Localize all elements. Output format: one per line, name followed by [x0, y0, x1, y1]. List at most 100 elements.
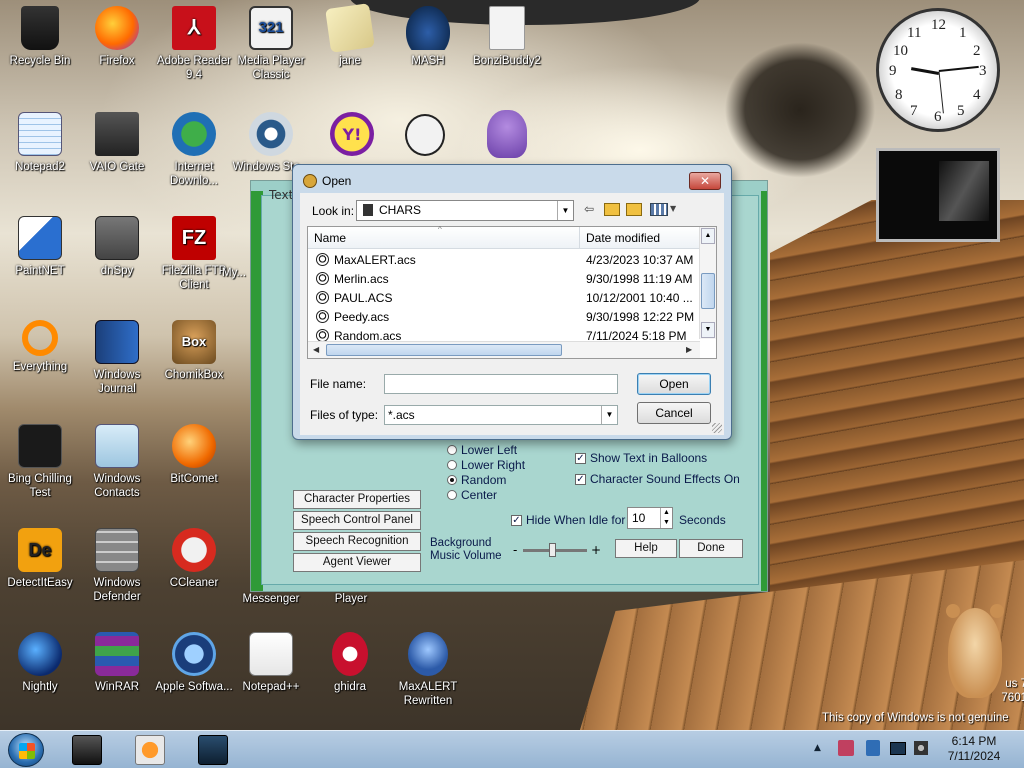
- desktop-icon-adobe-reader[interactable]: ⅄ Adobe Reader 9.4: [155, 6, 233, 82]
- bonzi-purple-icon[interactable]: [487, 110, 527, 158]
- desktop-icon-detectiteasy[interactable]: De DetectItEasy: [1, 528, 79, 590]
- resize-grip-icon[interactable]: [712, 423, 722, 433]
- vertical-scrollbar[interactable]: ▲ ▼: [699, 227, 716, 339]
- maxalert-icon: [408, 632, 448, 676]
- desktop-icon-apple-software[interactable]: Apple Softwa...: [155, 632, 233, 694]
- character-properties-button[interactable]: Character Properties: [293, 490, 421, 509]
- scrollbar-thumb[interactable]: [701, 273, 715, 309]
- desktop-icon-windows-contacts[interactable]: Windows Contacts: [78, 424, 156, 500]
- desktop-icon-firefox[interactable]: Firefox: [78, 6, 156, 68]
- desktop-icon-windows-journal[interactable]: Windows Journal: [78, 320, 156, 396]
- desktop-icon-recycle-bin[interactable]: Recycle Bin: [1, 6, 79, 68]
- desktop-icon-label: Adobe Reader 9.4: [156, 55, 232, 81]
- network-icon[interactable]: [890, 742, 906, 755]
- desktop-icon-label: PaintNET: [15, 265, 65, 277]
- tray-flag-icon[interactable]: [866, 740, 880, 756]
- file-date: 4/23/2023 10:37 AM: [586, 253, 694, 267]
- show-hidden-icons[interactable]: ▲: [814, 743, 821, 753]
- position-lower-right[interactable]: Lower Right: [447, 458, 525, 472]
- scroll-right-icon[interactable]: ▶: [686, 345, 692, 354]
- spinner-icon[interactable]: ▲ ▼: [660, 508, 672, 528]
- taskbar-clock[interactable]: 6:14 PM 7/11/2024: [938, 734, 1010, 764]
- scroll-down-icon[interactable]: ▼: [701, 322, 715, 338]
- desktop-icon-paintnet[interactable]: PaintNET: [1, 216, 79, 278]
- file-row[interactable]: Peedy.acs 9/30/1998 12:22 PM: [308, 307, 700, 326]
- desktop-icon-player[interactable]: Player: [312, 592, 390, 606]
- gadget-image: [939, 161, 989, 221]
- idle-seconds-input[interactable]: 10 ▲ ▼: [627, 507, 673, 529]
- back-arrow-icon[interactable]: ⇦: [584, 202, 594, 218]
- desktop-icon-media-player-classic[interactable]: 321 Media Player Classic: [232, 6, 310, 82]
- desktop-icon-ghidra[interactable]: ghidra: [311, 632, 389, 694]
- desktop-icon-ccleaner[interactable]: CCleaner: [155, 528, 233, 590]
- start-button[interactable]: [8, 733, 44, 767]
- files-of-type-dropdown[interactable]: *.acs ▼: [384, 405, 618, 425]
- desktop-icon-winrar[interactable]: WinRAR: [78, 632, 156, 694]
- volume-slider-thumb[interactable]: [548, 543, 556, 557]
- tab-text[interactable]: Text: [269, 188, 293, 202]
- desktop-icon-internet-download[interactable]: Internet Downlo...: [155, 112, 233, 188]
- file-list[interactable]: Name ^ Date modified MaxALERT.acs 4/23/2…: [307, 225, 717, 359]
- desktop-icon-mash[interactable]: MASH: [389, 6, 467, 68]
- file-row[interactable]: PAUL.ACS 10/12/2001 10:40 ...: [308, 288, 700, 307]
- taskbar-app-icon[interactable]: [72, 735, 102, 765]
- desktop-icon-jane[interactable]: jane: [311, 3, 389, 68]
- clock-time: 6:14 PM: [951, 734, 997, 748]
- chevron-down-icon[interactable]: ▼: [601, 406, 617, 424]
- position-center[interactable]: Center: [447, 488, 497, 502]
- scroll-left-icon[interactable]: ◀: [313, 345, 319, 354]
- desktop-icon-bonzibuddy2[interactable]: BonziBuddy2: [468, 6, 546, 68]
- taskbar-monitor-icon[interactable]: [198, 735, 228, 765]
- chevron-down-icon[interactable]: ▼: [557, 201, 573, 220]
- desktop-icon-filezilla[interactable]: FZ FileZilla FTP Client: [155, 216, 233, 292]
- up-folder-icon[interactable]: [604, 203, 620, 216]
- chevron-down-icon[interactable]: ▼: [670, 204, 676, 220]
- look-in-dropdown[interactable]: CHARS ▼: [356, 200, 574, 221]
- character-sound-effects-checkbox[interactable]: ✓ Character Sound Effects On: [575, 472, 740, 486]
- speech-control-panel-button[interactable]: Speech Control Panel: [293, 511, 421, 530]
- desktop-icon-label: Notepad2: [15, 161, 65, 173]
- slideshow-gadget[interactable]: [876, 148, 1000, 242]
- hide-when-idle-checkbox[interactable]: ✓ Hide When Idle for: [511, 513, 625, 527]
- column-header-name[interactable]: Name: [314, 231, 346, 245]
- desktop-icon-dnspy[interactable]: dnSpy: [78, 216, 156, 278]
- yahoo-messenger-icon[interactable]: Y!: [330, 112, 374, 156]
- scroll-up-icon[interactable]: ▲: [701, 228, 715, 244]
- desktop-icon-notepadpp[interactable]: Notepad++: [232, 632, 310, 694]
- open-button[interactable]: Open: [637, 373, 711, 395]
- desktop-icon-bing-chilling-test[interactable]: Bing Chilling Test: [1, 424, 79, 500]
- desktop-icon-bitcomet[interactable]: BitComet: [155, 424, 233, 486]
- desktop-icon-maxalert-rewritten[interactable]: MaxALERT Rewritten: [389, 632, 467, 708]
- desktop-icon-windows-defender[interactable]: Windows Defender: [78, 528, 156, 604]
- view-menu-icon[interactable]: [650, 203, 668, 216]
- desktop-icon-nightly[interactable]: Nightly: [1, 632, 79, 694]
- column-header-date[interactable]: Date modified: [586, 231, 660, 245]
- speech-recognition-button[interactable]: Speech Recognition: [293, 532, 421, 551]
- volume-icon[interactable]: [914, 741, 928, 755]
- mash-agent-icon[interactable]: [405, 114, 445, 156]
- close-button[interactable]: ✕: [689, 172, 721, 190]
- help-button[interactable]: Help: [615, 539, 677, 558]
- agent-viewer-button[interactable]: Agent Viewer: [293, 553, 421, 572]
- file-row[interactable]: MaxALERT.acs 4/23/2023 10:37 AM: [308, 250, 700, 269]
- open-file-dialog[interactable]: Open ✕ Look in: CHARS ▼ ⇦ ▼ Name ^ Date …: [292, 164, 732, 440]
- desktop-icon-notepad2[interactable]: Notepad2: [1, 112, 79, 174]
- show-text-in-balloons-checkbox[interactable]: ✓ Show Text in Balloons: [575, 451, 707, 465]
- desktop-icon-chomikbox[interactable]: Box ChomikBox: [155, 320, 233, 382]
- agent-app-icon: [303, 174, 317, 188]
- clock-gadget[interactable]: 12 1 2 3 4 5 6 7 8 9 10 11: [876, 8, 1000, 132]
- done-button[interactable]: Done: [679, 539, 743, 558]
- position-random[interactable]: Random: [447, 473, 506, 487]
- media-player-icon[interactable]: [135, 735, 165, 765]
- new-folder-icon[interactable]: [626, 203, 642, 216]
- file-row[interactable]: Merlin.acs 9/30/1998 11:19 AM: [308, 269, 700, 288]
- cancel-button[interactable]: Cancel: [637, 402, 711, 424]
- horizontal-scrollbar[interactable]: ◀ ▶: [308, 341, 700, 358]
- tray-app-icon[interactable]: [838, 740, 854, 756]
- position-lower-left[interactable]: Lower Left: [447, 443, 517, 457]
- desktop-icon-my[interactable]: My...: [222, 266, 252, 280]
- desktop-icon-everything[interactable]: Everything: [1, 320, 79, 374]
- desktop-icon-vaio-gate[interactable]: VAIO Gate: [78, 112, 156, 174]
- file-name-input[interactable]: [384, 374, 618, 394]
- scrollbar-thumb[interactable]: [326, 344, 562, 356]
